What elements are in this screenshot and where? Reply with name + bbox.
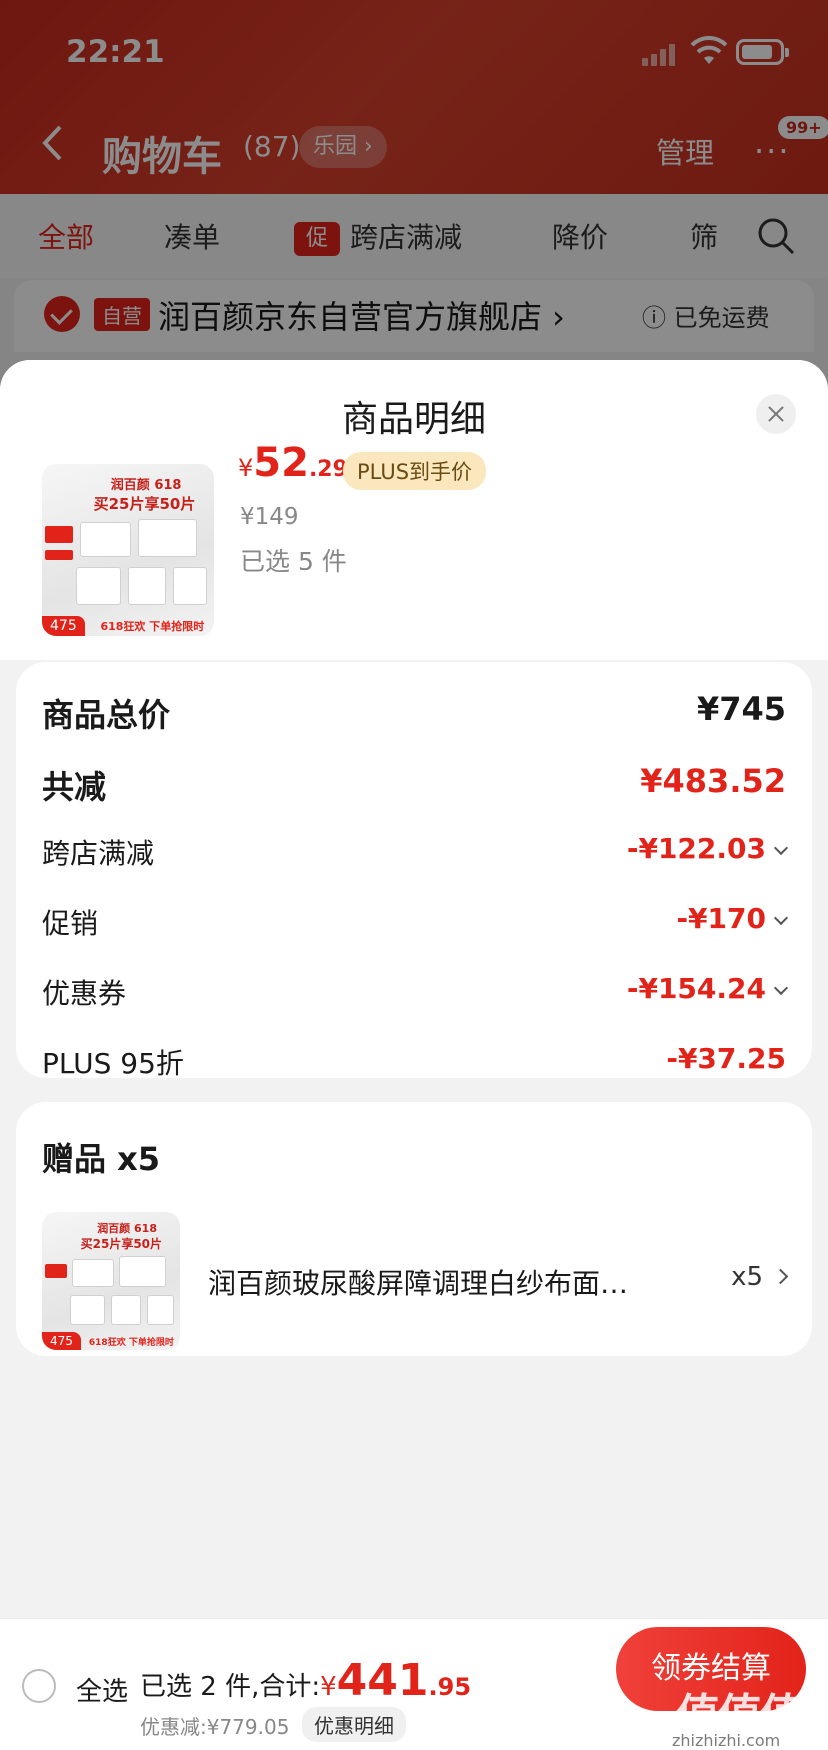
gift-name[interactable]: 润百颜玻尿酸屏障调理白纱布面… (208, 1262, 648, 1302)
close-icon[interactable] (756, 394, 796, 434)
gift-image: 润百颜 618 买25片享50片 475 618狂欢 下单抢限时 (42, 1212, 180, 1350)
price-integer: 52 (253, 440, 309, 486)
coupon-value: -¥154.24 (626, 972, 789, 1005)
order-summary: 已选 2 件,合计:¥441.95 (140, 1655, 471, 1706)
thumb-price-badge: 475 (42, 1332, 81, 1350)
sheet-header: 商品明细 润百颜 618 买25片享50片 475 618狂欢 下单抢限时 ¥5… (0, 360, 828, 660)
thumb-pack (79, 522, 132, 557)
total-reduce-row: 共减 ¥483.52 (42, 762, 786, 806)
thumb-pack (172, 567, 208, 606)
total-integer: 441 (336, 1655, 429, 1706)
coupon-label: 优惠券 (42, 977, 127, 1010)
discount-total: 优惠减:¥779.05 (140, 1715, 290, 1739)
cross-store-reduce-label: 跨店满减 (42, 837, 155, 870)
chevron-down-icon (773, 840, 789, 856)
thumb-headline: 买25片享50片 (80, 1237, 163, 1252)
promotion-label: 促销 (42, 907, 99, 940)
promotion-value: -¥170 (676, 902, 789, 935)
thumb-pack (69, 1294, 106, 1326)
plus-discount-value: -¥37.25 (666, 1042, 786, 1075)
discount-detail-button[interactable]: 优惠明细 (302, 1707, 406, 1742)
total-price-value: ¥745 (696, 690, 786, 728)
chevron-down-icon (773, 910, 789, 926)
thumb-pack (76, 567, 122, 606)
gift-quantity[interactable]: x5 (731, 1262, 789, 1292)
promotion-row[interactable]: 促销 -¥170 (42, 902, 789, 942)
plus-price-tag: PLUS到手价 (343, 452, 487, 490)
plus-price: ¥52.29 (238, 440, 348, 486)
thumb-red-label (45, 525, 73, 544)
thumb-pack (72, 1258, 114, 1287)
thumb-pack (119, 1256, 167, 1287)
thumb-headline: 买25片享50片 (93, 495, 196, 514)
thumb-promo-band: 618狂欢 下单抢限时 (88, 1338, 174, 1348)
total-reduce-value: ¥483.52 (640, 762, 786, 800)
site-watermark-url: zhizhizhi.com (672, 1731, 781, 1750)
cross-store-reduce-amount: -¥122.03 (626, 832, 766, 865)
sheet-title: 商品明细 (341, 399, 486, 440)
coupon-row[interactable]: 优惠券 -¥154.24 (42, 972, 789, 1012)
chevron-right-icon (772, 1268, 789, 1285)
total-reduce-label: 共减 (42, 768, 107, 806)
gift-title: 赠品 x5 (42, 1140, 161, 1178)
total-currency: ¥ (320, 1672, 337, 1702)
coupon-amount: -¥154.24 (626, 972, 766, 1005)
total-decimal: .95 (428, 1673, 472, 1701)
price-currency: ¥ (238, 454, 254, 482)
chevron-down-icon (773, 980, 789, 996)
product-image: 润百颜 618 买25片享50片 475 618狂欢 下单抢限时 (42, 464, 214, 636)
thumb-brand: 润百颜 618 (110, 478, 182, 494)
gift-quantity-value: x5 (731, 1262, 763, 1292)
thumb-red-label (45, 550, 73, 561)
original-price: ¥149 (240, 504, 299, 530)
thumb-promo-band: 618狂欢 下单抢限时 (100, 620, 205, 633)
select-all-label[interactable]: 全选 (76, 1671, 128, 1708)
thumb-price-badge: 475 (42, 616, 85, 636)
plus-discount-row: PLUS 95折 -¥37.25 (42, 1042, 786, 1082)
selected-quantity: 已选 5 件 (240, 547, 347, 576)
price-breakdown-card: 商品总价 ¥745 共减 ¥483.52 跨店满减 -¥122.03 促销 -¥… (16, 662, 812, 1080)
cross-store-reduce-value: -¥122.03 (626, 832, 789, 865)
total-price-label: 商品总价 (42, 696, 171, 734)
total-price-row: 商品总价 ¥745 (42, 690, 786, 734)
thumb-pack (146, 1294, 175, 1326)
thumb-brand: 润百颜 618 (97, 1222, 157, 1236)
promotion-amount: -¥170 (676, 902, 766, 935)
thumb-pack (138, 519, 197, 557)
select-all-radio[interactable] (22, 1669, 56, 1703)
gift-card: 赠品 x5 润百颜 618 买25片享50片 475 618狂欢 下单抢限时 润… (16, 1102, 812, 1356)
thumb-red-label (44, 1264, 67, 1279)
cross-store-reduce-row[interactable]: 跨店满减 -¥122.03 (42, 832, 789, 872)
thumb-pack (128, 567, 166, 606)
product-detail-sheet: 商品明细 润百颜 618 买25片享50片 475 618狂欢 下单抢限时 ¥5… (0, 360, 828, 1750)
selected-count-label: 已选 2 件,合计: (140, 1672, 321, 1702)
thumb-pack (111, 1294, 142, 1326)
checkout-bar: 全选 已选 2 件,合计:¥441.95 优惠减:¥779.05 优惠明细 领券… (0, 1618, 828, 1750)
plus-discount-label: PLUS 95折 (42, 1047, 184, 1080)
